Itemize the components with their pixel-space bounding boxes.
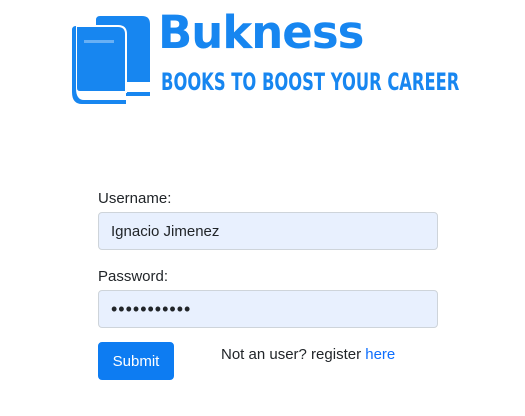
password-label: Password: [98, 268, 169, 285]
register-link[interactable]: here [365, 346, 395, 363]
username-group: Username: [98, 190, 438, 250]
password-group: Password: [98, 268, 438, 328]
password-input[interactable] [98, 290, 438, 328]
submit-button[interactable]: Submit [98, 342, 174, 380]
books-icon [72, 16, 150, 104]
username-input[interactable] [98, 212, 438, 250]
register-prompt: Not an user? register here [221, 346, 395, 363]
username-label: Username: [98, 190, 172, 207]
brand-name: Bukness [158, 6, 364, 59]
register-prefix: Not an user? register [221, 346, 366, 363]
brand-tagline: BOOKS TO BOOST YOUR CAREER [161, 68, 460, 96]
brand-logo: Bukness BOOKS TO BOOST YOUR CAREER [70, 6, 470, 106]
